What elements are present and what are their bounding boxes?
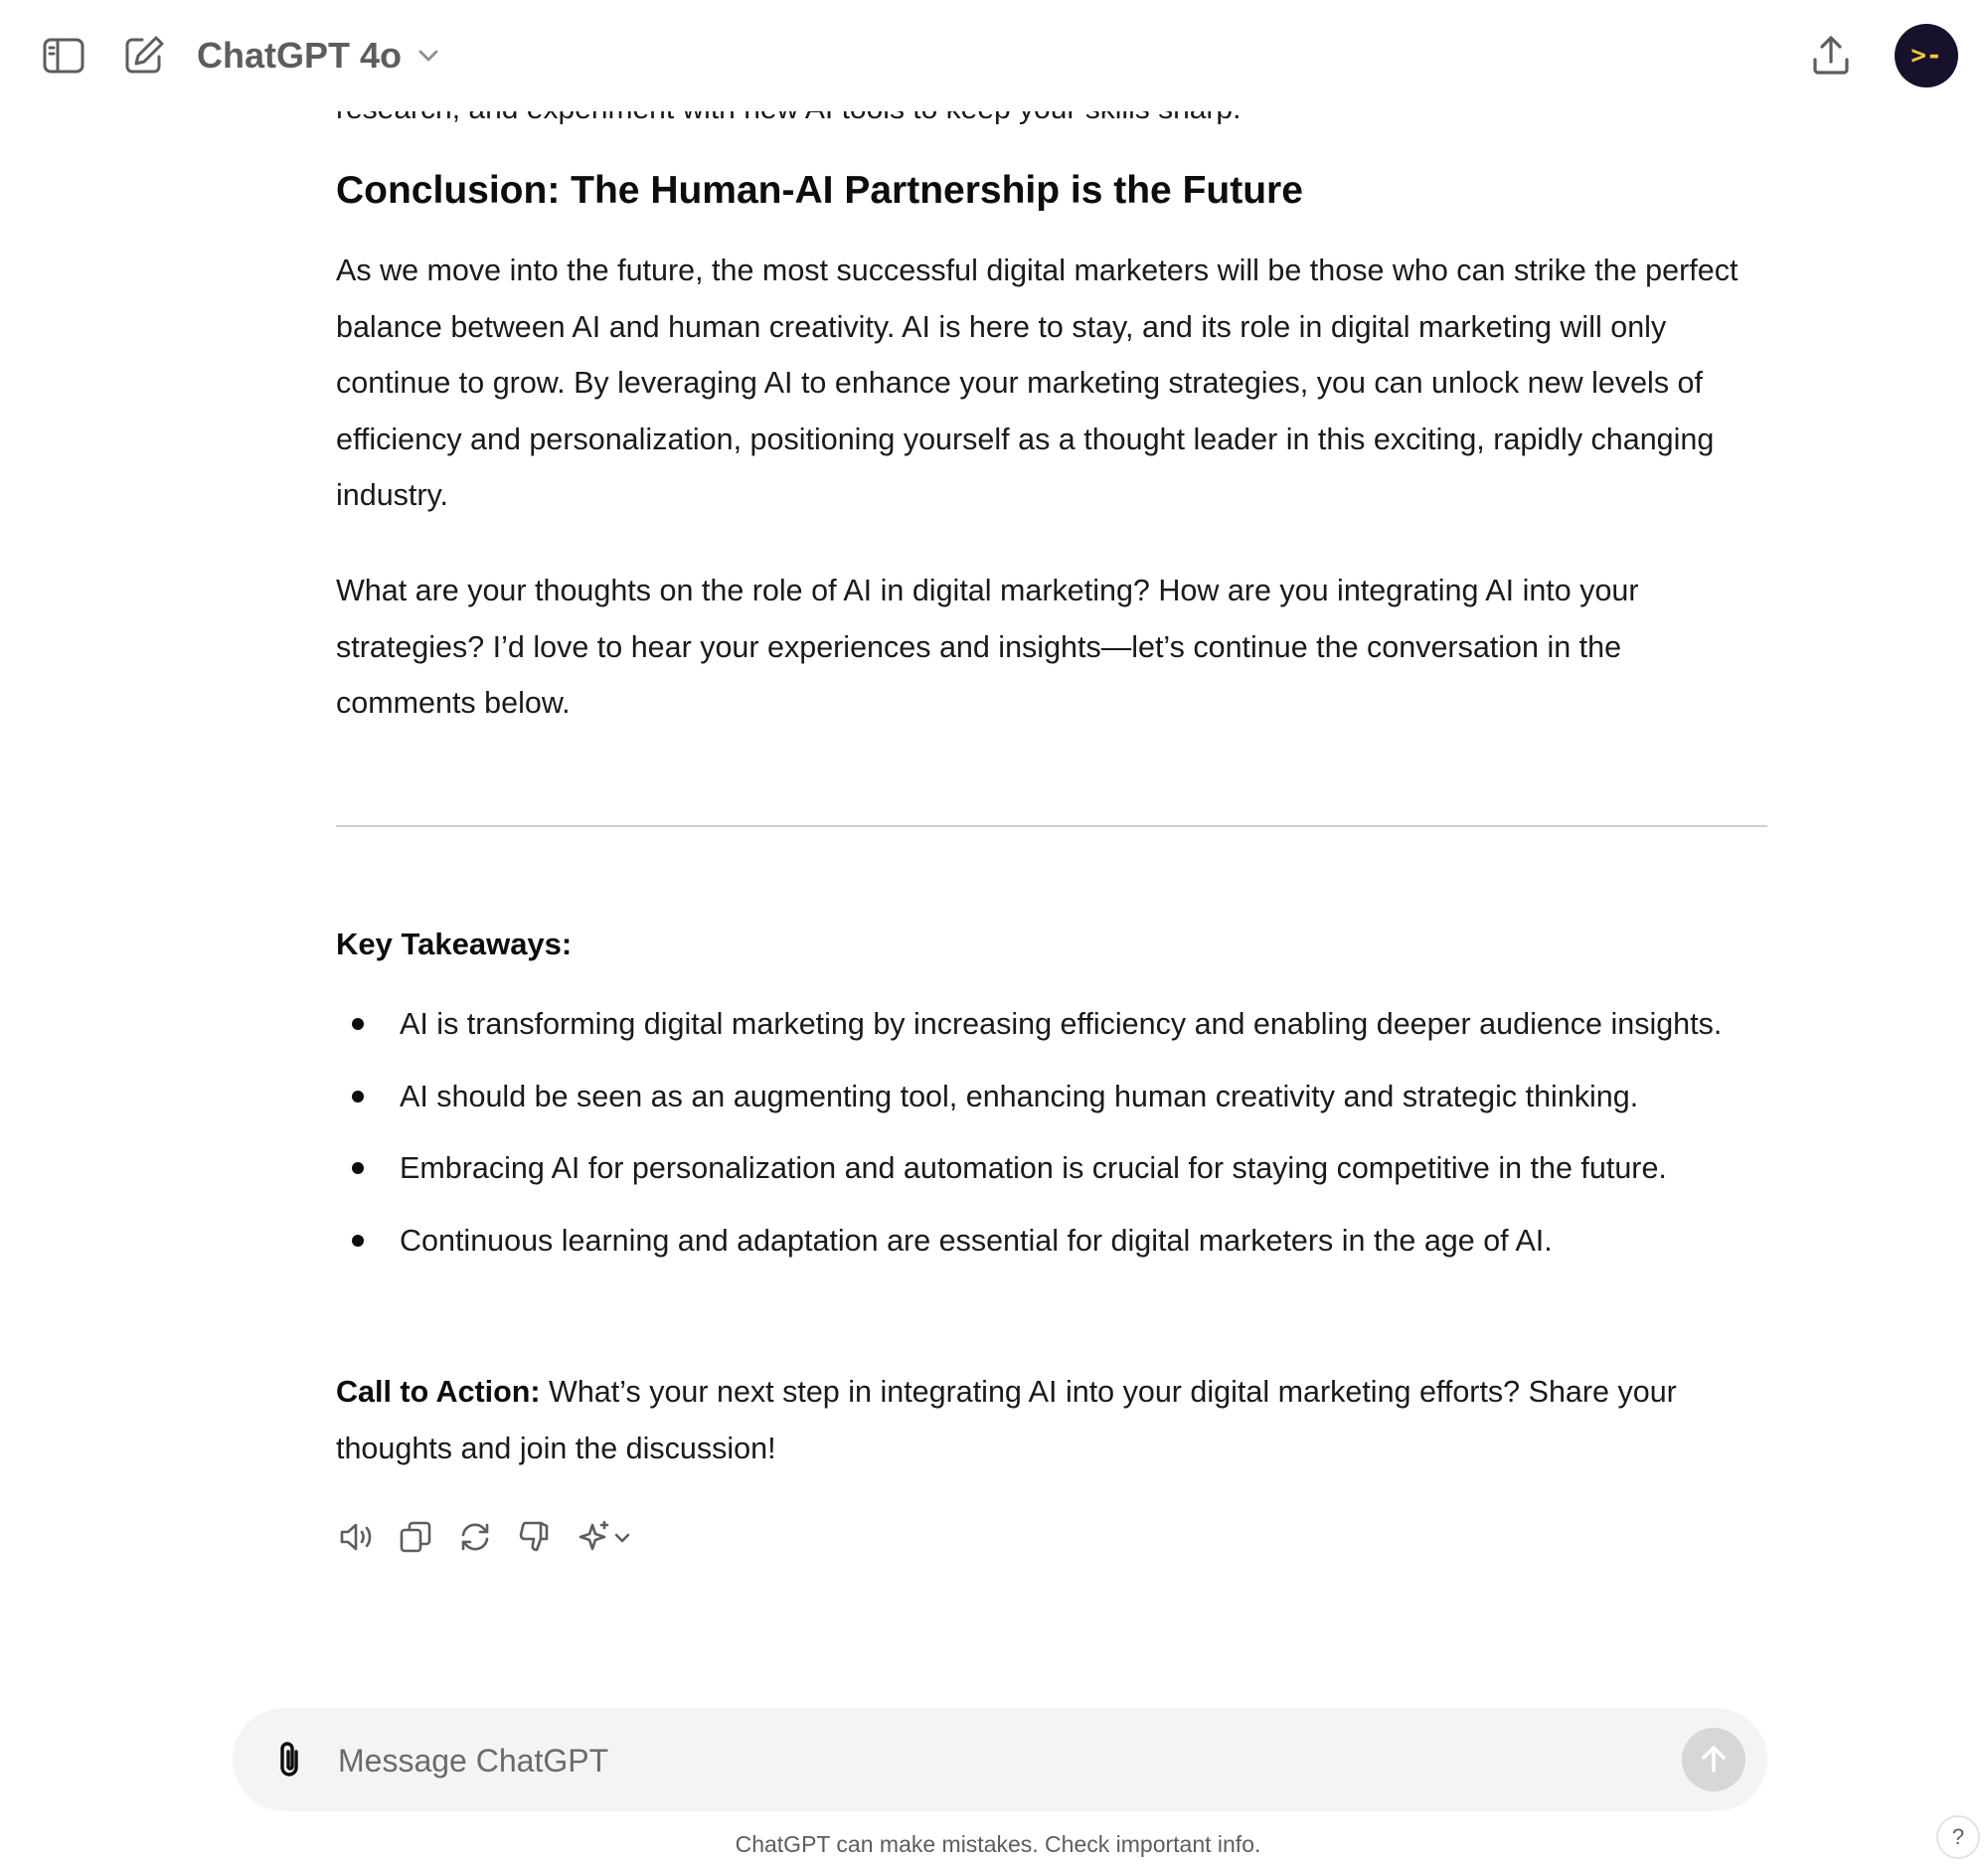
send-button[interactable]: [1682, 1728, 1745, 1791]
bullet-icon: [352, 1018, 364, 1030]
chatgpt-window: research, and experiment with new AI too…: [0, 0, 1988, 1865]
section-heading: Conclusion: The Human-AI Partnership is …: [336, 169, 1303, 212]
message-paragraph: As we move into the future, the most suc…: [336, 254, 1739, 512]
read-aloud-button[interactable]: [336, 1517, 376, 1557]
regenerate-button[interactable]: [455, 1517, 495, 1557]
copy-icon: [400, 1521, 431, 1553]
copy-button[interactable]: [396, 1517, 435, 1557]
call-to-action: Call to Action: What’s your next step in…: [336, 1364, 1767, 1476]
attach-button[interactable]: [266, 1736, 314, 1783]
sidebar-toggle-icon: [43, 38, 84, 74]
horizontal-rule: [336, 825, 1767, 827]
share-icon: [1813, 36, 1849, 75]
thumbs-down-icon: [519, 1521, 549, 1552]
paperclip-icon: [280, 1742, 298, 1777]
share-button[interactable]: [1805, 30, 1857, 82]
list-item: AI is transforming digital marketing by …: [336, 996, 1767, 1053]
list-item-text: Embracing AI for personalization and aut…: [400, 1151, 1667, 1185]
list-item: Continuous learning and adaptation are e…: [336, 1213, 1767, 1270]
bullet-icon: [352, 1162, 364, 1174]
model-name: ChatGPT 4o: [197, 35, 403, 76]
sparkle-icon: [579, 1520, 630, 1551]
avatar[interactable]: >-: [1895, 24, 1958, 87]
message-input[interactable]: [336, 1730, 1612, 1791]
bullet-icon: [352, 1234, 364, 1247]
message-actions: [336, 1517, 634, 1557]
bad-response-button[interactable]: [515, 1517, 555, 1557]
disclaimer-text: ChatGPT can make mistakes. Check importa…: [735, 1831, 1261, 1857]
message-paragraph: What are your thoughts on the role of AI…: [336, 574, 1639, 720]
regenerate-icon: [461, 1523, 489, 1551]
bullet-icon: [352, 1090, 364, 1102]
key-takeaways-heading: Key Takeaways:: [336, 927, 573, 961]
read-aloud-icon: [340, 1523, 372, 1551]
list-item: Embracing AI for personalization and aut…: [336, 1140, 1767, 1197]
list-item-text: AI should be seen as an augmenting tool,…: [400, 1079, 1639, 1113]
list-item-text: Continuous learning and adaptation are e…: [400, 1223, 1553, 1258]
new-chat-button[interactable]: [118, 30, 170, 82]
help-button[interactable]: ?: [1936, 1815, 1980, 1859]
list-item: AI should be seen as an augmenting tool,…: [336, 1069, 1767, 1125]
key-takeaways-list: AI is transforming digital marketing by …: [336, 996, 1767, 1284]
arrow-up-icon: [1702, 1746, 1726, 1773]
new-chat-icon: [125, 36, 164, 74]
sidebar-toggle-button[interactable]: [38, 30, 89, 82]
avatar-glyph: >-: [1910, 41, 1942, 71]
model-switcher[interactable]: ChatGPT 4o: [197, 30, 441, 82]
message-composer: [233, 1708, 1767, 1811]
list-item-text: AI is transforming digital marketing by …: [400, 1007, 1723, 1041]
chevron-down-icon: [418, 50, 438, 62]
switch-model-button[interactable]: [575, 1517, 634, 1557]
call-to-action-label: Call to Action:: [336, 1375, 541, 1409]
top-bar: ChatGPT 4o >-: [0, 0, 1988, 111]
